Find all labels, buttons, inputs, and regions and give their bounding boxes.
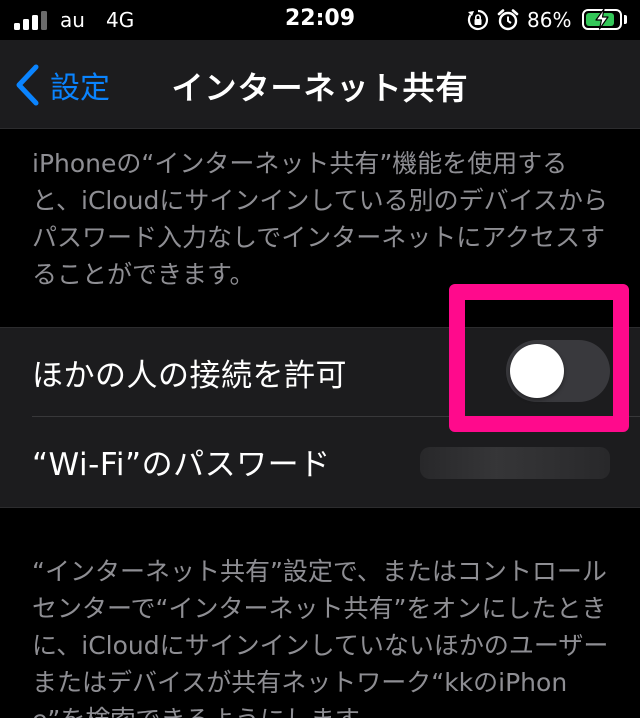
allow-others-label: ほかの人の接続を許可 [32, 358, 347, 394]
screen: au 4G 22:09 86% 設定 インターネット共有 iPhoneの“インタ… [0, 0, 640, 718]
highlight-box [449, 284, 629, 432]
status-bar: au 4G 22:09 86% [0, 0, 640, 40]
rotation-lock-icon [467, 9, 489, 31]
battery-nub [624, 15, 627, 24]
battery-percentage: 86% [527, 8, 572, 32]
wifi-password-label: “Wi-Fi”のパスワード [32, 447, 331, 483]
navigation-bar: 設定 インターネット共有 [0, 40, 640, 129]
wifi-password-value-blurred [420, 447, 610, 479]
alarm-icon [497, 9, 519, 31]
description-top: iPhoneの“インターネット共有”機能を使用すると、iCloudにサインインし… [32, 149, 608, 289]
page-title: インターネット共有 [171, 69, 469, 107]
description-bottom: “インターネット共有”設定で、またはコントロールセンターで“インターネット共有”… [32, 557, 609, 718]
charging-bolt-icon [595, 8, 609, 30]
